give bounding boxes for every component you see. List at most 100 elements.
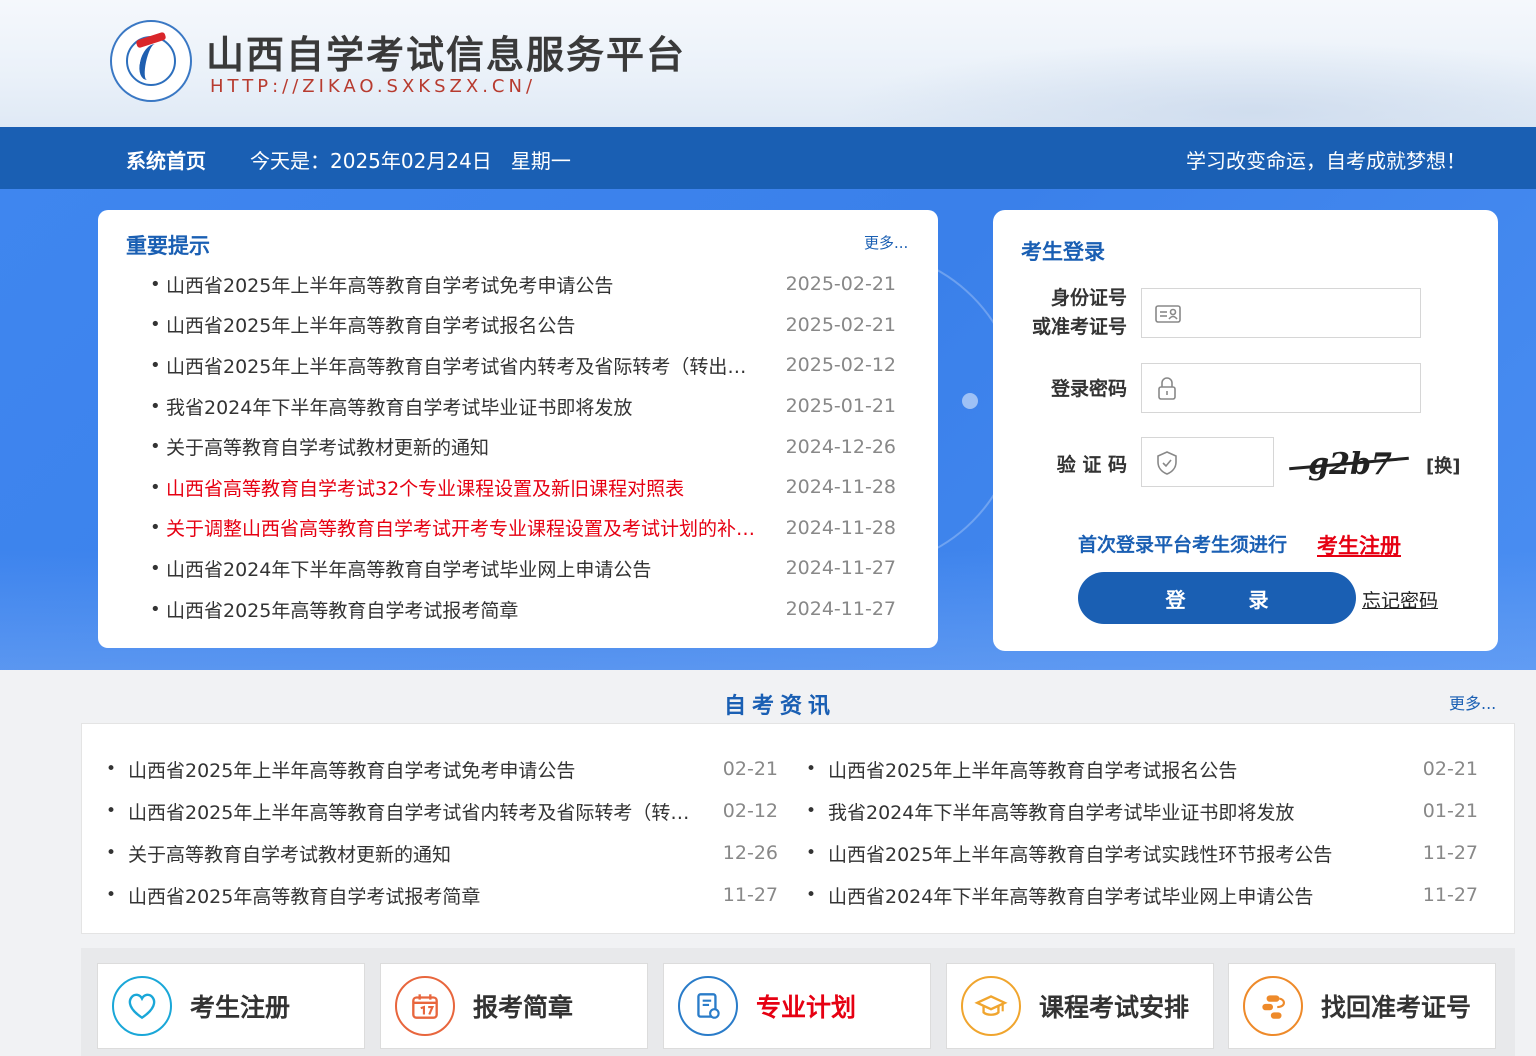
bullet: • bbox=[150, 395, 161, 417]
news-item-date: 12-26 bbox=[722, 842, 778, 864]
quick-link-card[interactable]: 专业计划 bbox=[663, 963, 931, 1049]
news-item[interactable]: • 关于高等教育自学考试教材更新的通知 12-26 bbox=[106, 832, 786, 874]
register-link[interactable]: 考生注册 bbox=[1317, 530, 1401, 560]
bullet: • bbox=[150, 273, 161, 295]
notice-item[interactable]: • 山西省2025年上半年高等教育自学考试报名公告 2025-02-21 bbox=[150, 305, 910, 346]
notice-item[interactable]: • 山西省2025年高等教育自学考试报考简章 2024-11-27 bbox=[150, 589, 910, 630]
quick-link-label: 考生注册 bbox=[190, 993, 291, 1022]
slogan: 学习改变命运，自考成就梦想！ bbox=[1186, 149, 1466, 173]
nav-home-link[interactable]: 系统首页 bbox=[126, 145, 206, 174]
news-item-title[interactable]: 山西省2025年上半年高等教育自学考试实践性环节报考公告 bbox=[828, 840, 1402, 867]
notice-item[interactable]: • 关于调整山西省高等教育自学考试开考专业课程设置及考试计划的补… 2024-11-… bbox=[150, 508, 910, 549]
notice-item[interactable]: • 山西省2025年上半年高等教育自学考试免考申请公告 2025-02-21 bbox=[150, 264, 910, 305]
news-item[interactable]: • 山西省2025年上半年高等教育自学考试省内转考及省际转考（转… 02-12 bbox=[106, 790, 786, 832]
news-item[interactable]: • 我省2024年下半年高等教育自学考试毕业证书即将发放 01-21 bbox=[806, 790, 1486, 832]
bullet: • bbox=[150, 476, 161, 498]
heart-icon bbox=[112, 976, 172, 1036]
bullet: • bbox=[106, 801, 117, 821]
lock-icon bbox=[1158, 377, 1176, 400]
id-number-input[interactable] bbox=[1190, 297, 1410, 329]
notice-item-title[interactable]: 山西省2025年上半年高等教育自学考试报名公告 bbox=[166, 311, 766, 338]
bullet: • bbox=[106, 759, 117, 779]
news-item-date: 11-27 bbox=[722, 884, 778, 906]
notice-item-title[interactable]: 关于高等教育自学考试教材更新的通知 bbox=[166, 433, 766, 460]
notice-item[interactable]: • 山西省2024年下半年高等教育自学考试毕业网上申请公告 2024-11-27 bbox=[150, 548, 910, 589]
notice-item-title[interactable]: 山西省2025年上半年高等教育自学考试免考申请公告 bbox=[166, 271, 766, 298]
notice-item[interactable]: • 山西省2025年上半年高等教育自学考试省内转考及省际转考（转出… 2025-02… bbox=[150, 345, 910, 386]
news-item-date: 02-12 bbox=[722, 800, 778, 822]
quick-link-card[interactable]: 考生注册 bbox=[97, 963, 365, 1049]
notice-item[interactable]: • 关于高等教育自学考试教材更新的通知 2024-12-26 bbox=[150, 426, 910, 467]
captcha-label: 验 证 码 bbox=[1056, 454, 1127, 476]
news-column-left: • 山西省2025年上半年高等教育自学考试免考申请公告 02-21 • 山西省2025年… bbox=[106, 748, 786, 916]
captcha-input[interactable] bbox=[1188, 446, 1268, 478]
login-title: 考生登录 bbox=[1021, 240, 1105, 264]
site-url: HTTP://ZIKAO.SXKSZX.CN/ bbox=[210, 76, 537, 97]
quick-link-label: 专业计划 bbox=[756, 993, 857, 1022]
news-item[interactable]: • 山西省2025年上半年高等教育自学考试报名公告 02-21 bbox=[806, 748, 1486, 790]
notice-item-date: 2024-12-26 bbox=[785, 435, 896, 458]
news-box: • 山西省2025年上半年高等教育自学考试免考申请公告 02-21 • 山西省2025年… bbox=[81, 723, 1515, 934]
news-item-date: 11-27 bbox=[1422, 884, 1478, 906]
id-card-icon bbox=[1155, 305, 1181, 323]
notice-item-title[interactable]: 关于调整山西省高等教育自学考试开考专业课程设置及考试计划的补… bbox=[166, 514, 766, 541]
quick-link-card[interactable]: 报考简章 bbox=[380, 963, 648, 1049]
notice-item-title[interactable]: 山西省高等教育自学考试32个专业课程设置及新旧课程对照表 bbox=[166, 474, 766, 501]
notice-item-title[interactable]: 山西省2024年下半年高等教育自学考试毕业网上申请公告 bbox=[166, 555, 766, 582]
bullet: • bbox=[150, 598, 161, 620]
news-item-title[interactable]: 山西省2025年上半年高等教育自学考试免考申请公告 bbox=[128, 756, 702, 783]
news-item-date: 01-21 bbox=[1422, 800, 1478, 822]
notice-item-date: 2025-02-12 bbox=[785, 354, 896, 377]
important-notice-panel: 重要提示 更多... • 山西省2025年上半年高等教育自学考试免考申请公告 202… bbox=[98, 210, 938, 648]
news-more-link[interactable]: 更多... bbox=[1449, 690, 1496, 714]
notice-item-date: 2024-11-27 bbox=[785, 557, 896, 580]
notice-item-title[interactable]: 我省2024年下半年高等教育自学考试毕业证书即将发放 bbox=[166, 393, 766, 420]
site-logo[interactable] bbox=[110, 20, 192, 102]
news-item-title[interactable]: 山西省2025年上半年高等教育自学考试省内转考及省际转考（转… bbox=[128, 798, 702, 825]
captcha-field[interactable] bbox=[1141, 437, 1274, 487]
bullet: • bbox=[806, 885, 817, 905]
bullet: • bbox=[806, 801, 817, 821]
notice-item-title[interactable]: 山西省2025年上半年高等教育自学考试省内转考及省际转考（转出… bbox=[166, 352, 766, 379]
id-number-field[interactable] bbox=[1141, 288, 1421, 338]
password-field[interactable] bbox=[1141, 363, 1421, 413]
captcha-image[interactable]: g2b7 bbox=[1289, 440, 1411, 488]
password-label: 登录密码 bbox=[1050, 378, 1127, 400]
news-item-title[interactable]: 山西省2025年上半年高等教育自学考试报名公告 bbox=[828, 756, 1402, 783]
login-button[interactable]: 登 录 bbox=[1078, 572, 1356, 624]
register-hint: 首次登录平台考生须进行 bbox=[1078, 534, 1288, 556]
top-navbar: 系统首页 今天是：2025年02月24日 星期一 学习改变命运，自考成就梦想！ bbox=[0, 127, 1536, 189]
news-item-title[interactable]: 关于高等教育自学考试教材更新的通知 bbox=[128, 840, 702, 867]
notice-list: • 山西省2025年上半年高等教育自学考试免考申请公告 2025-02-21 • 山西省… bbox=[150, 264, 910, 629]
quick-link-label: 课程考试安排 bbox=[1039, 993, 1190, 1022]
news-item-title[interactable]: 山西省2025年高等教育自学考试报考简章 bbox=[128, 882, 702, 909]
news-item[interactable]: • 山西省2025年高等教育自学考试报考简章 11-27 bbox=[106, 874, 786, 916]
news-item[interactable]: • 山西省2024年下半年高等教育自学考试毕业网上申请公告 11-27 bbox=[806, 874, 1486, 916]
quick-link-card[interactable]: 找回准考证号 bbox=[1228, 963, 1496, 1049]
bullet: • bbox=[106, 885, 117, 905]
bullet: • bbox=[150, 354, 161, 376]
bullet: • bbox=[106, 843, 117, 863]
bullet: • bbox=[806, 759, 817, 779]
news-item[interactable]: • 山西省2025年上半年高等教育自学考试实践性环节报考公告 11-27 bbox=[806, 832, 1486, 874]
notice-item[interactable]: • 我省2024年下半年高等教育自学考试毕业证书即将发放 2025-01-21 bbox=[150, 386, 910, 427]
site-title: 山西自学考试信息服务平台 bbox=[206, 33, 687, 77]
news-item[interactable]: • 山西省2025年上半年高等教育自学考试免考申请公告 02-21 bbox=[106, 748, 786, 790]
news-section-title: 自考资讯 bbox=[723, 694, 836, 719]
captcha-refresh-link[interactable]: [换] bbox=[1426, 452, 1460, 478]
quick-link-card[interactable]: 课程考试安排 bbox=[946, 963, 1214, 1049]
bullet: • bbox=[150, 517, 161, 539]
news-item-title[interactable]: 山西省2024年下半年高等教育自学考试毕业网上申请公告 bbox=[828, 882, 1402, 909]
notice-item-date: 2025-02-21 bbox=[785, 313, 896, 336]
notice-item[interactable]: • 山西省高等教育自学考试32个专业课程设置及新旧课程对照表 2024-11-28 bbox=[150, 467, 910, 508]
bullet: • bbox=[806, 843, 817, 863]
header-cloud-decoration bbox=[836, 40, 1536, 127]
news-item-title[interactable]: 我省2024年下半年高等教育自学考试毕业证书即将发放 bbox=[828, 798, 1402, 825]
notice-item-title[interactable]: 山西省2025年高等教育自学考试报考简章 bbox=[166, 596, 766, 623]
notice-item-date: 2024-11-28 bbox=[785, 516, 896, 539]
notice-more-link[interactable]: 更多... bbox=[864, 232, 908, 253]
forgot-password-link[interactable]: 忘记密码 bbox=[1362, 586, 1438, 613]
password-input[interactable] bbox=[1190, 372, 1410, 404]
news-column-right: • 山西省2025年上半年高等教育自学考试报名公告 02-21 • 我省2024年下半年… bbox=[806, 748, 1486, 916]
notice-item-date: 2024-11-27 bbox=[785, 598, 896, 621]
